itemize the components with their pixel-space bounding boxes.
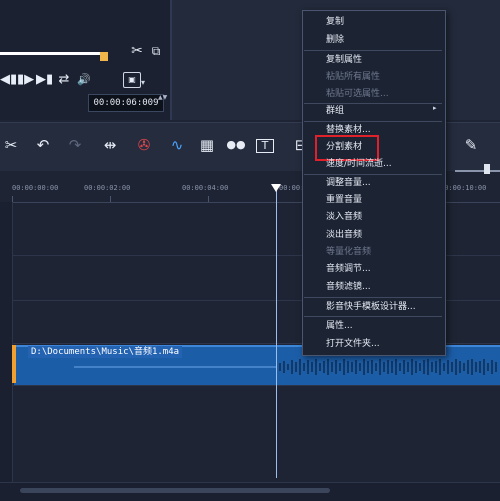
menu-item-group[interactable]: 群组: [326, 105, 344, 117]
menu-separator: [304, 297, 442, 298]
volume-icon[interactable]: 🔊: [76, 73, 92, 87]
ruler-tick: [208, 196, 209, 202]
timecode-spin-icon[interactable]: ▲▼: [158, 94, 167, 110]
menu-separator: [304, 50, 442, 51]
track-header-column: [0, 202, 13, 482]
menu-item-copy-attributes[interactable]: 复制属性: [326, 54, 362, 66]
panel-divider[interactable]: [170, 0, 172, 120]
menu-item-audio-filter[interactable]: 音频滤镜...: [326, 281, 371, 293]
ruler-label: 00:00:02:00: [84, 184, 131, 192]
menu-item-open-folder[interactable]: 打开文件夹...: [326, 338, 380, 350]
ruler-tick: [110, 196, 111, 202]
ruler-label: 00:00:04:00: [182, 184, 229, 192]
track-divider: [12, 385, 500, 386]
zoom-slider-thumb[interactable]: [484, 164, 490, 174]
undo-icon[interactable]: ↶: [32, 136, 54, 154]
menu-item-fade-in[interactable]: 淡入音频: [326, 211, 362, 223]
menu-item-copy[interactable]: 复制: [326, 16, 344, 28]
menu-item-fade-out[interactable]: 淡出音频: [326, 229, 362, 241]
menu-separator: [304, 103, 442, 104]
aspect-dropdown-icon[interactable]: ▾: [141, 78, 145, 87]
menu-separator: [304, 316, 442, 317]
edit-pen-icon[interactable]: ✎: [460, 136, 482, 154]
clip-trim-handle[interactable]: [12, 345, 16, 383]
snapshot-icon[interactable]: ⧉: [148, 44, 164, 58]
menu-item-adjust-volume[interactable]: 调整音量...: [326, 177, 371, 189]
menu-item-reset-volume[interactable]: 重置音量: [326, 194, 362, 206]
timecode-field[interactable]: 00:00:06:009: [88, 94, 164, 112]
menu-separator: [304, 121, 442, 122]
mask-circles-icon[interactable]: ●●: [225, 136, 247, 154]
repeat-icon[interactable]: ⇄: [56, 73, 72, 87]
horizontal-scrollbar[interactable]: [20, 488, 330, 493]
ruler-label: 00:00:10:00: [440, 184, 487, 192]
menu-item-normalize-audio[interactable]: 等量化音频: [326, 246, 371, 258]
record-icon[interactable]: ✇: [133, 136, 155, 154]
playhead-line[interactable]: [276, 186, 277, 478]
prev-frame-icon[interactable]: ◀▮: [0, 73, 17, 87]
scrubber-trim-marker[interactable]: [100, 52, 108, 61]
title-icon[interactable]: T: [256, 139, 274, 153]
menu-item-properties[interactable]: 属性...: [326, 320, 353, 332]
aspect-ratio-icon[interactable]: ▣: [123, 72, 141, 88]
fit-timeline-icon[interactable]: ⇹: [99, 136, 121, 154]
menu-separator: [304, 174, 442, 175]
clip-filename: D:\Documents\Music\音频1.m4a: [28, 346, 183, 358]
audio-wave-icon[interactable]: ∿: [166, 136, 188, 154]
menu-item-paste-selected-attributes[interactable]: 粘贴可选属性...: [326, 88, 389, 100]
redo-icon[interactable]: ↷: [64, 136, 86, 154]
subtitle-grid-icon[interactable]: ▦: [196, 136, 218, 154]
menu-item-delete[interactable]: 删除: [326, 34, 344, 46]
menu-item-speed-time-lapse[interactable]: 速度/时间流逝...: [326, 158, 392, 170]
menu-item-template-designer[interactable]: 影音快手模板设计器...: [326, 301, 416, 313]
menu-item-paste-all-attributes[interactable]: 粘贴所有属性: [326, 71, 380, 83]
play-icon[interactable]: ▮▶: [17, 73, 34, 87]
preview-scrubber[interactable]: [0, 52, 104, 55]
tools-icon[interactable]: ✂: [0, 136, 22, 154]
cut-scissors-icon[interactable]: ✂: [129, 44, 145, 58]
playhead-marker[interactable]: [271, 184, 281, 192]
menu-item-audio-adjust[interactable]: 音频调节...: [326, 263, 371, 275]
submenu-arrow-icon: ▸: [433, 104, 437, 112]
ruler-label: 00:00:00:00: [12, 184, 59, 192]
zoom-slider[interactable]: [455, 170, 500, 172]
next-frame-icon[interactable]: ▶▮: [36, 73, 53, 87]
